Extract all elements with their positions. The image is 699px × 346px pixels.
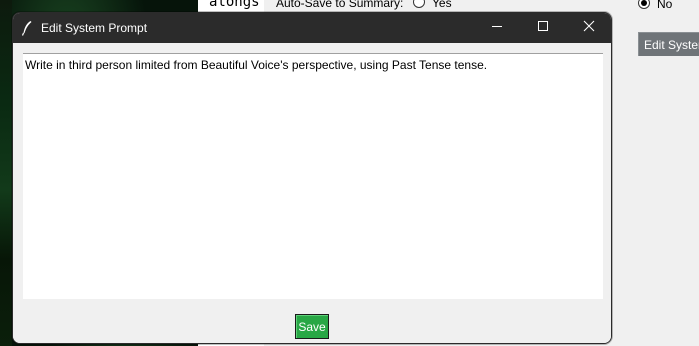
save-button[interactable]: Save <box>295 314 329 339</box>
minimize-button[interactable] <box>474 13 520 43</box>
autosave-yes-label: Yes <box>432 0 452 10</box>
autosave-label: Auto-Save to Summary: <box>276 0 404 10</box>
maximize-button[interactable] <box>520 13 566 43</box>
title-bar[interactable]: Edit System Prompt <box>13 13 611 43</box>
feather-icon <box>21 20 33 41</box>
dialog-content: Write in third person limited from Beaut… <box>13 43 611 343</box>
edit-system-prompt-dialog: Edit System Prompt Write in third person… <box>12 12 612 344</box>
system-prompt-textarea[interactable]: Write in third person limited from Beaut… <box>23 53 603 299</box>
dialog-title: Edit System Prompt <box>41 21 148 35</box>
close-icon <box>583 19 595 37</box>
autosave-no-radio-selected-dot <box>641 0 647 6</box>
maximize-icon <box>537 19 549 37</box>
background-text-snippet: alongs <box>209 0 260 10</box>
background-image-strip <box>0 0 12 346</box>
autosave-no-label: No <box>657 0 673 11</box>
close-button[interactable] <box>566 13 611 43</box>
minimize-icon <box>491 19 503 37</box>
edit-system-prompt-button[interactable]: Edit System Prompt <box>638 32 699 56</box>
